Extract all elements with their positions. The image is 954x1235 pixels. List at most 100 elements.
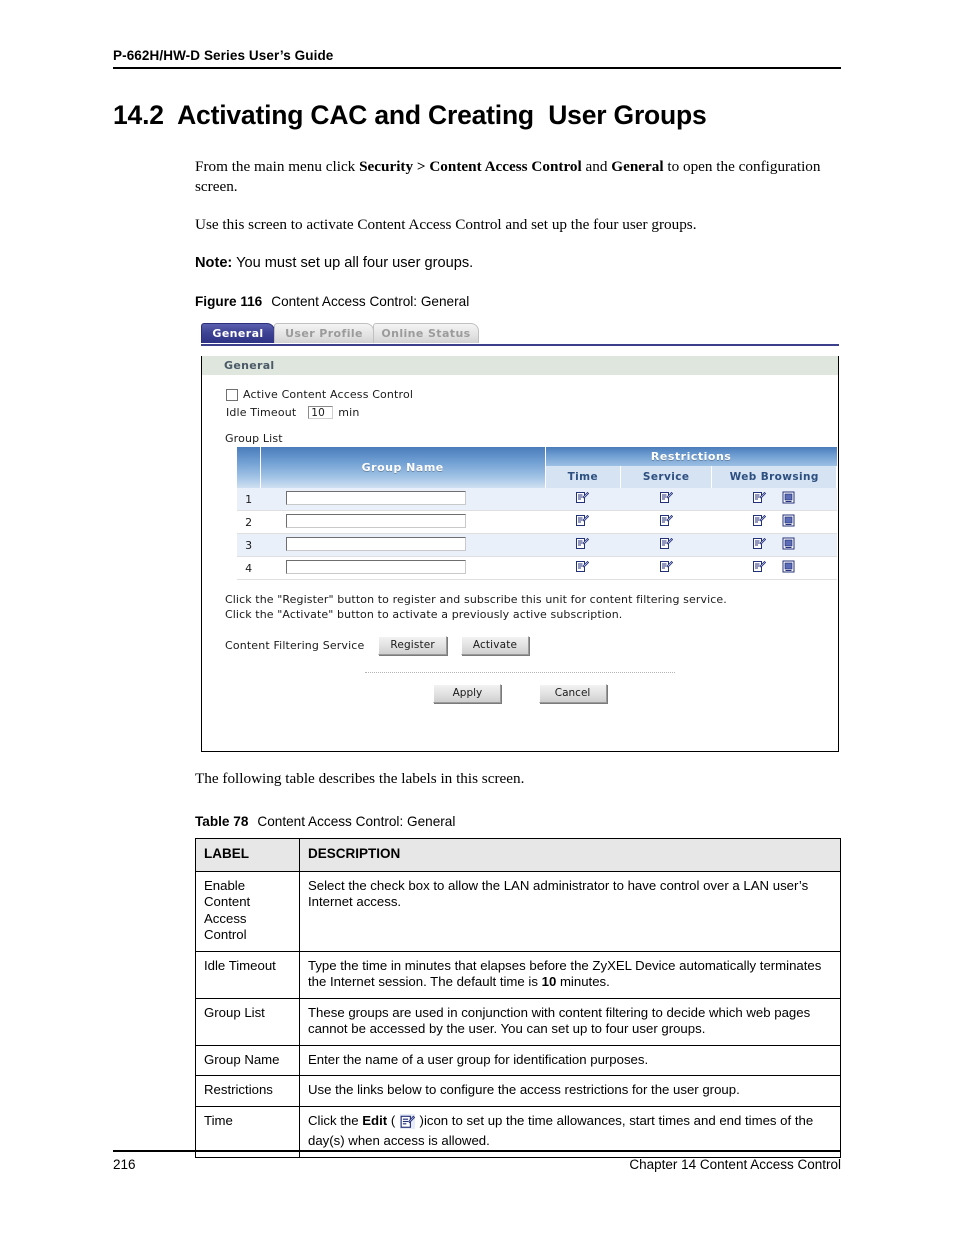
table-row: Group List These groups are used in conj… [195, 997, 841, 1046]
table-caption: Table 78 Content Access Control: General [195, 814, 843, 829]
edit-icon[interactable] [576, 491, 590, 507]
table-row: 1 [237, 488, 837, 511]
register-note-line-2: Click the "Activate" button to activate … [225, 608, 623, 621]
activate-button[interactable]: Activate [460, 636, 530, 655]
row-index: 3 [237, 533, 261, 557]
row-web-browsing-cell [711, 488, 837, 511]
header-web-browsing: Web Browsing [711, 466, 837, 488]
desc-text-post: minutes. [556, 974, 610, 989]
paragraph-intro: From the main menu click Security > Cont… [195, 157, 843, 196]
para1-text-c: and [581, 158, 612, 175]
note-text: You must set up all four user groups. [232, 254, 474, 271]
desc-label-cell: Group Name [195, 1044, 300, 1076]
group-name-input[interactable] [286, 536, 467, 551]
idle-timeout-unit: min [338, 406, 360, 419]
apply-button[interactable]: Apply [433, 684, 502, 703]
edit-icon[interactable] [659, 514, 673, 530]
active-cac-row[interactable]: Active Content Access Control [226, 388, 838, 401]
cancel-button[interactable]: Cancel [538, 684, 607, 703]
page-number: 216 [113, 1157, 136, 1172]
header-group-name: Group Name [260, 447, 546, 488]
monitor-icon[interactable] [782, 560, 795, 576]
active-cac-label: Active Content Access Control [243, 388, 414, 401]
table-row: Enable Content Access Control Select the… [195, 870, 841, 952]
table-intro-paragraph: The following table describes the labels… [195, 770, 525, 787]
edit-icon[interactable] [576, 514, 590, 530]
row-index: 4 [237, 556, 261, 580]
running-header: P-662H/HW-D Series User’s Guide [113, 48, 841, 69]
table-row: 2 [237, 510, 837, 534]
edit-icon[interactable] [659, 491, 673, 507]
register-note: Click the "Register" button to register … [225, 592, 838, 622]
edit-icon [399, 1113, 416, 1134]
idle-timeout-row: Idle Timeout 10 min [226, 406, 838, 419]
note-label: Note: [195, 254, 233, 271]
desc-label-cell: Enable Content Access Control [195, 870, 300, 952]
desc-text: These groups are used in conjunction wit… [308, 1004, 811, 1037]
description-table: LABEL DESCRIPTION Enable Content Access … [195, 838, 841, 1158]
running-header-title: P-662H/HW-D Series User’s Guide [113, 48, 334, 63]
desc-text-cell: Type the time in minutes that elapses be… [299, 950, 841, 999]
content-filtering-service-label: Content Filtering Service [225, 639, 365, 652]
desc-bold-edit: Edit [362, 1112, 388, 1128]
desc-label-cell: Group List [195, 997, 300, 1046]
active-cac-checkbox[interactable] [226, 388, 238, 401]
footer-divider [113, 1150, 841, 1152]
row-web-browsing-cell [711, 510, 837, 534]
note-block: Note: You must set up all four user grou… [195, 254, 843, 273]
monitor-icon[interactable] [782, 491, 795, 507]
desc-text: Click the [308, 1112, 363, 1128]
group-name-input[interactable] [286, 490, 467, 505]
edit-icon[interactable] [752, 537, 767, 553]
desc-label-cell: Idle Timeout [195, 950, 300, 999]
desc-table-header-row: LABEL DESCRIPTION [195, 838, 841, 872]
divider [365, 672, 675, 673]
footer-row: 216 Chapter 14 Content Access Control [113, 1157, 841, 1172]
table-row: Group Name Enter the name of a user grou… [195, 1044, 841, 1076]
footer-chapter: Chapter 14 Content Access Control [629, 1157, 841, 1172]
desc-header-description: DESCRIPTION [299, 838, 841, 872]
row-index: 2 [237, 510, 261, 534]
group-table-header-row-1: Group Name Restrictions [237, 447, 837, 488]
row-time-cell [545, 533, 621, 557]
table-row: Restrictions Use the links below to conf… [195, 1075, 841, 1107]
desc-text-cell: Select the check box to allow the LAN ad… [299, 870, 841, 952]
section-bar-general: General [202, 356, 838, 375]
row-group-name-cell [260, 556, 546, 580]
tab-online-status[interactable]: Online Status [373, 323, 479, 343]
monitor-icon[interactable] [782, 514, 795, 530]
header-time: Time [545, 466, 621, 488]
tab-general[interactable]: General [201, 323, 275, 343]
row-service-cell [620, 556, 712, 580]
after-figure-block: The following table describes the labels… [195, 769, 843, 836]
edit-icon[interactable] [659, 537, 673, 553]
table-row: 4 [237, 556, 837, 580]
tab-bar: General User Profile Online Status [201, 323, 839, 346]
desc-text-cell: Use the links below to configure the acc… [299, 1075, 841, 1107]
edit-icon[interactable] [752, 514, 767, 530]
group-name-input[interactable] [286, 513, 467, 528]
idle-timeout-input[interactable]: 10 [308, 406, 334, 419]
desc-header-label: LABEL [195, 838, 300, 872]
edit-icon[interactable] [576, 560, 590, 576]
desc-text: Select the check box to allow the LAN ad… [308, 877, 809, 910]
tab-user-profile[interactable]: User Profile [274, 323, 374, 343]
header-index-col [237, 447, 261, 488]
group-name-input[interactable] [286, 559, 467, 574]
register-button[interactable]: Register [378, 636, 447, 655]
monitor-icon[interactable] [782, 537, 795, 553]
desc-text-cell: Enter the name of a user group for ident… [299, 1044, 841, 1076]
edit-icon[interactable] [752, 491, 767, 507]
edit-icon[interactable] [659, 560, 673, 576]
desc-bold: 10 [541, 974, 557, 989]
desc-text-mid: ( [387, 1112, 399, 1128]
row-index: 1 [237, 488, 261, 511]
row-service-cell [620, 488, 712, 511]
edit-icon[interactable] [576, 537, 590, 553]
figure-caption-text: Content Access Control: General [271, 293, 470, 309]
row-time-cell [545, 556, 621, 580]
row-group-name-cell [260, 510, 546, 534]
row-group-name-cell [260, 533, 546, 557]
edit-icon[interactable] [752, 560, 767, 576]
figure-caption-number: Figure 116 [195, 293, 263, 309]
